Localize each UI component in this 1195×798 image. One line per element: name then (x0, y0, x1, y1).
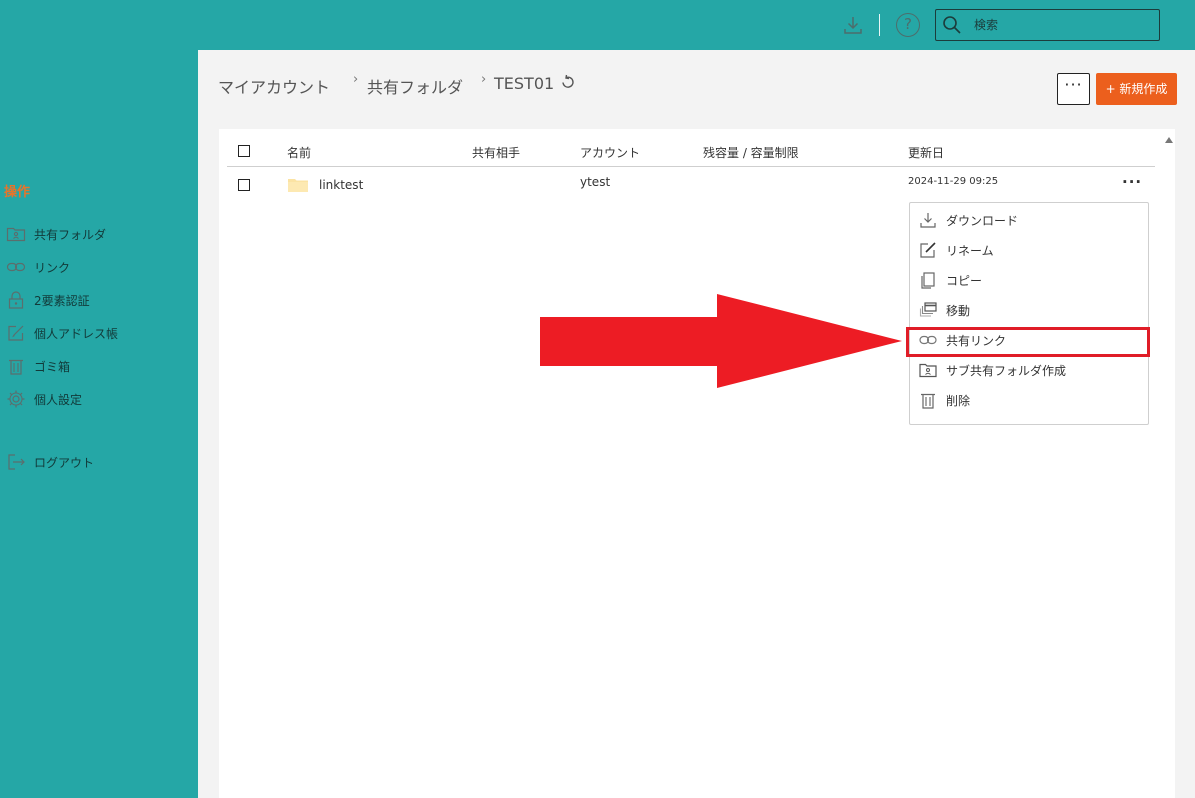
sidebar-item-label: リンク (34, 260, 71, 275)
sidebar-item-address-book[interactable]: 個人アドレス帳 (6, 323, 118, 343)
sidebar: 操作 共有フォルダ リンク 2要素認証 個人アドレス帳 ゴミ箱 個人設定 ログア… (0, 50, 198, 798)
sidebar-item-settings[interactable]: 個人設定 (6, 389, 82, 409)
menu-item-download[interactable]: ダウンロード (919, 208, 1141, 232)
menu-item-sub-shared-folder[interactable]: サブ共有フォルダ作成 (919, 358, 1141, 382)
breadcrumb-current: TEST01 (494, 74, 555, 93)
shared-folder-icon (6, 227, 26, 242)
row-more-button[interactable]: ··· (1122, 173, 1142, 191)
breadcrumb-my-account[interactable]: マイアカウント (218, 74, 330, 98)
menu-item-label: 削除 (946, 393, 971, 408)
main-content: マイアカウント › 共有フォルダ › TEST01 ··· + 新規作成 名前 … (198, 50, 1195, 798)
sidebar-item-label: ゴミ箱 (34, 359, 71, 374)
rename-icon (920, 242, 936, 258)
move-icon (919, 302, 937, 317)
row-checkbox[interactable] (238, 179, 250, 191)
table-header: 名前 共有相手 アカウント 残容量 / 容量制限 更新日 (227, 139, 1155, 167)
select-all-checkbox[interactable] (238, 145, 250, 157)
file-list-panel: 名前 共有相手 アカウント 残容量 / 容量制限 更新日 linktest yt… (219, 129, 1175, 798)
top-divider (879, 14, 880, 36)
folder-icon (288, 179, 308, 192)
gear-icon (7, 390, 25, 408)
search-box[interactable] (935, 9, 1160, 41)
menu-item-delete[interactable]: 削除 (919, 388, 1141, 412)
column-header-quota[interactable]: 残容量 / 容量制限 (703, 144, 799, 161)
context-menu: ダウンロード リネーム コピー 移動 共有リンク サブ共有フォルダ作成 削除 (906, 202, 1150, 425)
menu-item-label: コピー (946, 273, 983, 288)
table-row[interactable]: linktest ytest 2024-11-29 09:25 ··· (227, 169, 1155, 199)
annotation-arrow (540, 294, 902, 388)
sub-shared-folder-icon (919, 363, 937, 378)
column-header-account[interactable]: アカウント (580, 144, 640, 161)
menu-item-rename[interactable]: リネーム (919, 238, 1141, 262)
sidebar-item-label: 個人アドレス帳 (34, 326, 119, 341)
sidebar-item-shared-folder[interactable]: 共有フォルダ (6, 224, 106, 244)
row-name[interactable]: linktest (319, 178, 363, 192)
top-bar: ? (0, 0, 1195, 50)
breadcrumb-shared-folder[interactable]: 共有フォルダ (367, 74, 463, 98)
menu-item-label: リネーム (946, 243, 994, 258)
trash-icon (9, 359, 23, 375)
row-account: ytest (580, 175, 611, 189)
help-icon[interactable]: ? (896, 13, 920, 37)
copy-icon (921, 272, 935, 289)
menu-item-label: ダウンロード (946, 213, 1019, 228)
link-icon (6, 262, 26, 272)
refresh-icon[interactable] (560, 74, 576, 90)
logout-icon (8, 454, 25, 470)
column-header-shared-with[interactable]: 共有相手 (472, 144, 520, 161)
link-icon (919, 335, 937, 345)
download-icon[interactable] (842, 14, 864, 36)
sidebar-item-trash[interactable]: ゴミ箱 (6, 356, 70, 376)
menu-item-copy[interactable]: コピー (919, 268, 1141, 292)
sidebar-item-label: 共有フォルダ (34, 227, 107, 242)
edit-icon (8, 325, 24, 341)
sidebar-item-link[interactable]: リンク (6, 257, 70, 277)
sidebar-item-two-factor[interactable]: 2要素認証 (6, 290, 90, 310)
menu-item-move[interactable]: 移動 (919, 298, 1141, 322)
breadcrumb-separator: › (353, 72, 359, 87)
trash-icon (921, 393, 935, 409)
menu-item-share-link[interactable]: 共有リンク (919, 328, 1141, 352)
sidebar-item-label: ログアウト (34, 455, 95, 470)
sidebar-heading: 操作 (4, 185, 31, 200)
column-header-updated[interactable]: 更新日 (908, 144, 944, 161)
download-icon (920, 213, 936, 228)
menu-item-label: 共有リンク (946, 333, 1007, 348)
breadcrumb-separator: › (481, 72, 487, 87)
sidebar-item-label: 個人設定 (34, 392, 83, 407)
search-icon (943, 16, 961, 34)
lock-icon (8, 291, 24, 309)
row-updated: 2024-11-29 09:25 (908, 176, 999, 187)
sidebar-item-label: 2要素認証 (34, 293, 90, 308)
column-header-name[interactable]: 名前 (287, 144, 311, 161)
menu-item-label: サブ共有フォルダ作成 (946, 363, 1067, 378)
more-options-button[interactable]: ··· (1057, 73, 1090, 105)
new-create-button[interactable]: + 新規作成 (1096, 73, 1177, 105)
search-input[interactable] (974, 14, 1154, 36)
sidebar-item-logout[interactable]: ログアウト (6, 452, 94, 472)
menu-item-label: 移動 (946, 303, 971, 318)
scroll-up-arrow[interactable] (1165, 137, 1173, 143)
